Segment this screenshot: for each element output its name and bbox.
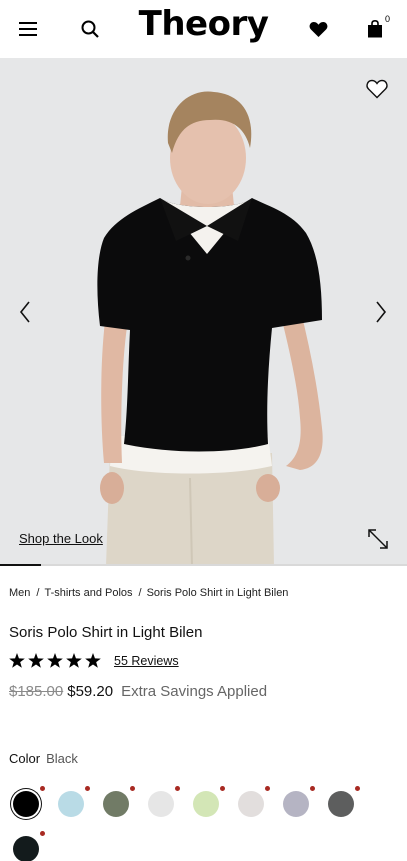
savings-note: Extra Savings Applied: [121, 683, 268, 700]
carousel-progress-bar: [0, 564, 407, 566]
sale-indicator-dot: [355, 786, 360, 791]
breadcrumb-men[interactable]: Men: [9, 587, 30, 599]
star-rating: [9, 653, 101, 668]
site-header: Theory 0: [0, 0, 407, 58]
sale-indicator-dot: [265, 786, 270, 791]
sale-indicator-dot: [40, 786, 45, 791]
star-icon: [85, 653, 101, 668]
heart-outline-icon[interactable]: [362, 74, 392, 104]
product-photo: [0, 58, 407, 566]
shop-the-look-link[interactable]: Shop the Look: [19, 531, 103, 546]
sale-price: $59.20: [67, 683, 114, 700]
color-selector-label: Color Black: [9, 751, 78, 766]
expand-icon[interactable]: [366, 527, 390, 551]
sale-indicator-dot: [130, 786, 135, 791]
chevron-right-icon[interactable]: [366, 294, 396, 330]
product-image-carousel[interactable]: Shop the Look: [0, 58, 407, 566]
color-swatch[interactable]: [238, 791, 264, 817]
sale-indicator-dot: [310, 786, 315, 791]
brand-logo[interactable]: Theory: [0, 4, 407, 44]
star-icon: [66, 653, 82, 668]
color-swatch[interactable]: [13, 836, 39, 861]
chevron-left-icon[interactable]: [10, 294, 40, 330]
original-price: $185.00: [9, 683, 64, 700]
color-swatch[interactable]: [58, 791, 84, 817]
color-swatch[interactable]: [283, 791, 309, 817]
color-swatch[interactable]: [103, 791, 129, 817]
color-swatch[interactable]: [193, 791, 219, 817]
color-swatch[interactable]: [13, 791, 39, 817]
product-rating: 55 Reviews: [9, 653, 179, 668]
heart-icon[interactable]: [301, 12, 335, 46]
sale-indicator-dot: [220, 786, 225, 791]
star-icon: [28, 653, 44, 668]
price-block: $185.00 $59.20 Extra Savings Applied: [9, 683, 267, 700]
bag-count: 0: [385, 14, 391, 24]
carousel-progress-fill: [0, 564, 41, 566]
color-label: Color: [9, 751, 41, 766]
breadcrumb-tshirts-polos[interactable]: T-shirts and Polos: [44, 587, 132, 599]
star-icon: [47, 653, 63, 668]
selected-color-value: Black: [46, 751, 78, 766]
product-title: Soris Polo Shirt in Light Bilen: [9, 624, 203, 641]
color-swatch[interactable]: [148, 791, 174, 817]
sale-indicator-dot: [40, 831, 45, 836]
sale-indicator-dot: [175, 786, 180, 791]
sale-indicator-dot: [85, 786, 90, 791]
color-swatch[interactable]: [328, 791, 354, 817]
star-icon: [9, 653, 25, 668]
breadcrumb-current: Soris Polo Shirt in Light Bilen: [146, 587, 289, 599]
reviews-link[interactable]: 55 Reviews: [114, 654, 179, 668]
breadcrumb: Men / T-shirts and Polos / Soris Polo Shirt …: [9, 587, 289, 599]
